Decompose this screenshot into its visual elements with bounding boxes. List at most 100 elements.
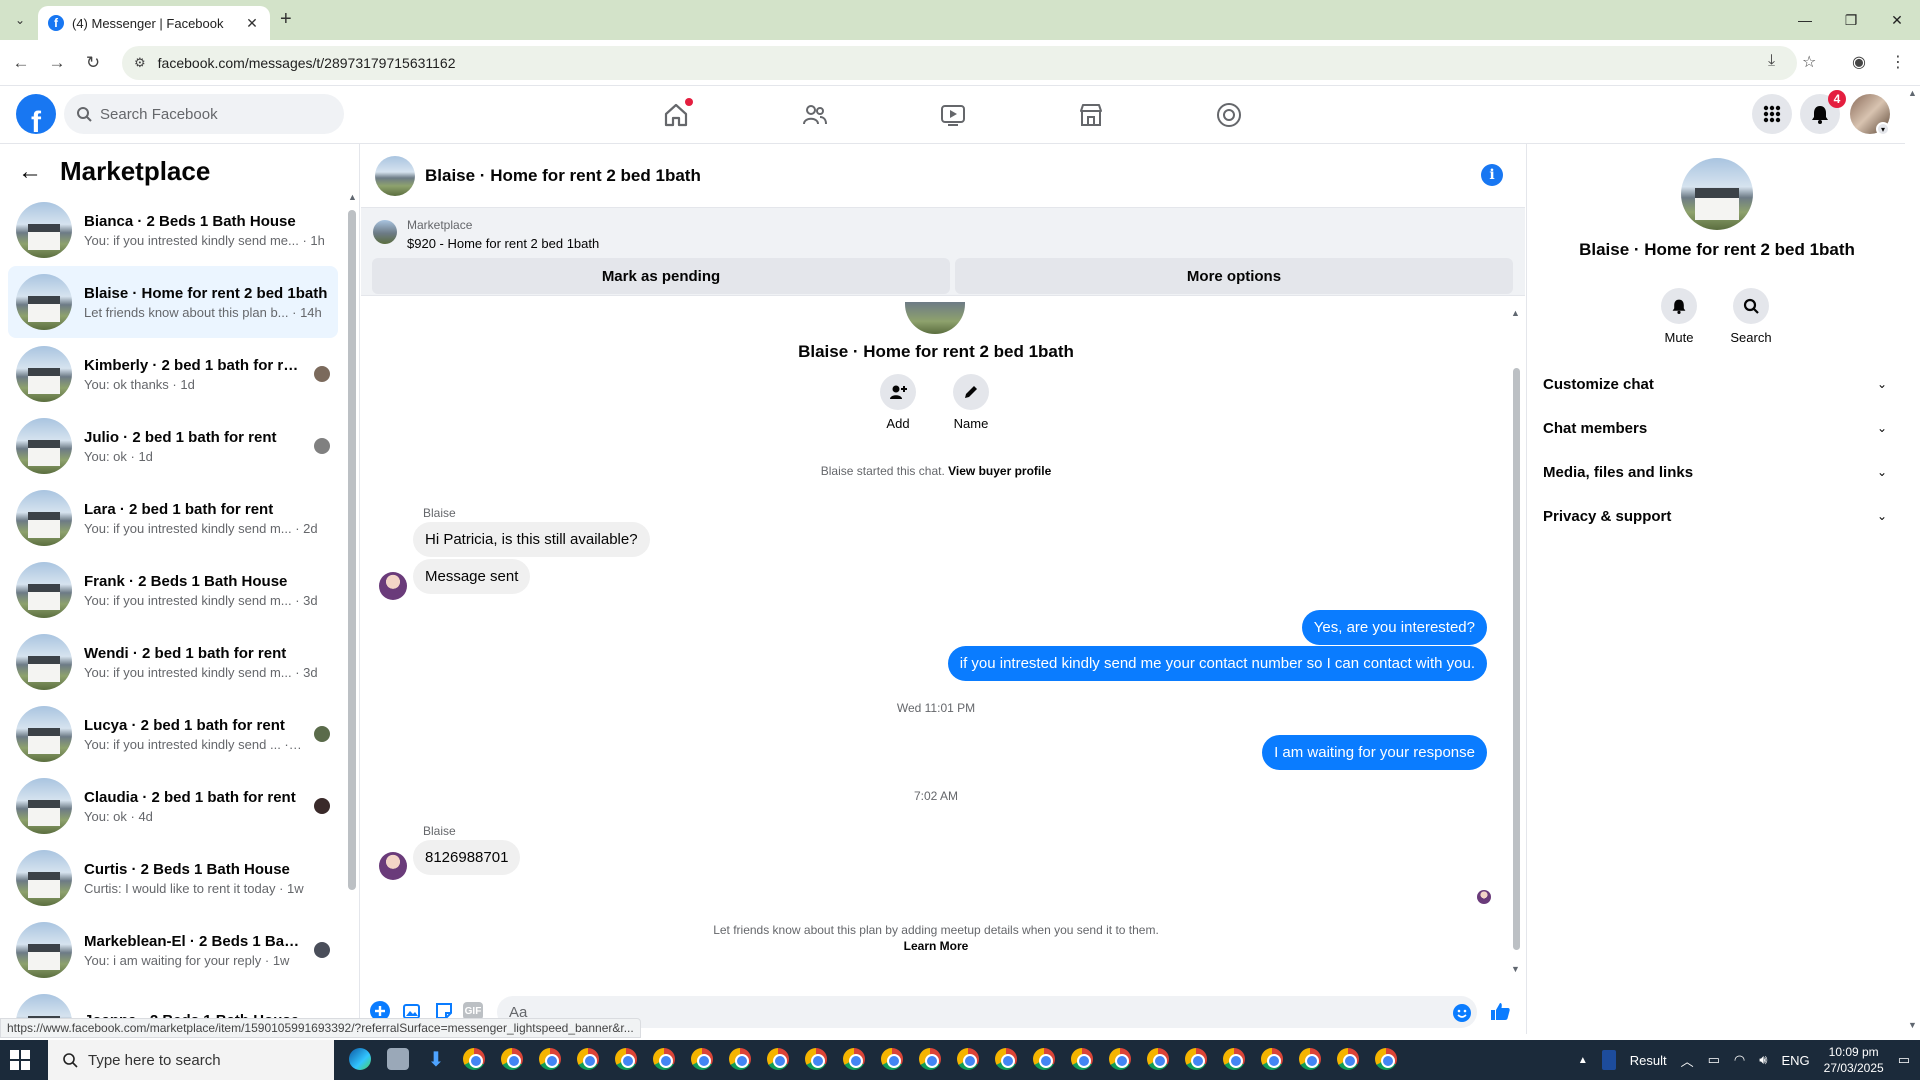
chrome-icon[interactable] <box>610 1044 642 1076</box>
chrome-icon[interactable] <box>1028 1044 1060 1076</box>
language-indicator[interactable]: ENG <box>1781 1053 1809 1068</box>
message-input[interactable] <box>497 996 1477 1028</box>
outgoing-message[interactable]: Yes, are you interested? <box>1301 610 1487 645</box>
conversation-item[interactable]: Markeblean-El · 2 Beds 1 Bath ... You: i … <box>8 914 338 986</box>
chrome-icon[interactable] <box>800 1044 832 1076</box>
tab-search-chevron-icon[interactable]: ⌄ <box>10 10 30 30</box>
chrome-icon[interactable] <box>762 1044 794 1076</box>
chrome-icon[interactable] <box>648 1044 680 1076</box>
home-icon[interactable] <box>661 98 693 130</box>
chat-header-avatar[interactable] <box>375 155 415 196</box>
listing-thumbnail[interactable] <box>373 220 397 244</box>
chat-scroll-thumb[interactable] <box>1513 368 1520 950</box>
browser-menu-icon[interactable]: ⋮ <box>1890 52 1906 72</box>
chrome-icon[interactable] <box>1180 1044 1212 1076</box>
chrome-icon[interactable] <box>1142 1044 1174 1076</box>
sender-avatar[interactable] <box>379 572 407 600</box>
search-in-chat-button[interactable]: Search <box>1721 288 1781 345</box>
new-tab-plus-icon[interactable]: + <box>280 8 292 31</box>
sidebar-scroll-thumb[interactable] <box>348 210 356 890</box>
window-close-icon[interactable]: ✕ <box>1874 0 1920 40</box>
bookmark-star-icon[interactable]: ☆ <box>1802 52 1816 72</box>
scroll-up-icon[interactable]: ▲ <box>348 192 357 202</box>
tray-chevron-up-icon[interactable]: ︿ <box>1681 1051 1694 1070</box>
scroll-up-icon[interactable]: ▲ <box>1511 308 1520 318</box>
edge-icon[interactable] <box>344 1044 376 1076</box>
facebook-search-input[interactable] <box>100 105 320 123</box>
chrome-icon[interactable] <box>1066 1044 1098 1076</box>
chrome-icon[interactable] <box>534 1044 566 1076</box>
chat-scrollbar[interactable]: ▲ ▼ <box>1511 308 1521 974</box>
back-arrow-icon[interactable]: ← <box>18 158 42 186</box>
conversation-item[interactable]: Julio · 2 bed 1 bath for rent You: ok · 1… <box>8 410 338 482</box>
chat-members-section[interactable]: Chat members ⌄ <box>1543 406 1893 450</box>
mute-button[interactable]: Mute <box>1649 288 1709 345</box>
chrome-icon[interactable] <box>1218 1044 1250 1076</box>
forward-arrow-icon[interactable]: → <box>46 52 68 74</box>
install-app-icon[interactable]: ⤓ <box>1768 52 1775 70</box>
wifi-icon[interactable]: ◠ <box>1734 1052 1745 1068</box>
add-people-button[interactable]: Add <box>868 374 928 431</box>
chrome-icon[interactable] <box>990 1044 1022 1076</box>
video-icon[interactable] <box>938 100 968 130</box>
media-files-section[interactable]: Media, files and links ⌄ <box>1543 450 1893 494</box>
volume-icon[interactable]: 🔊︎ <box>1759 1052 1767 1068</box>
chrome-icon[interactable] <box>1294 1044 1326 1076</box>
conversation-item[interactable]: Curtis · 2 Beds 1 Bath House Curtis: I wo… <box>8 842 338 914</box>
gaming-icon[interactable] <box>1214 100 1244 130</box>
account-chevron-down-icon[interactable]: ▾ <box>1876 122 1890 136</box>
chat-header-title[interactable]: Blaise · Home for rent 2 bed 1bath <box>425 166 701 186</box>
chrome-icon[interactable] <box>914 1044 946 1076</box>
download-icon[interactable]: ⬇ <box>420 1044 452 1076</box>
customize-chat-section[interactable]: Customize chat ⌄ <box>1543 362 1893 406</box>
sports-icon[interactable] <box>1601 1050 1616 1070</box>
sender-avatar[interactable] <box>379 852 407 880</box>
facebook-search-box[interactable] <box>64 94 344 134</box>
result-label[interactable]: Result <box>1630 1053 1667 1068</box>
scroll-up-icon[interactable]: ▲ <box>1908 88 1917 98</box>
conversation-item[interactable]: Bianca · 2 Beds 1 Bath House You: if you … <box>8 194 338 266</box>
chrome-icon[interactable] <box>1104 1044 1136 1076</box>
scroll-down-icon[interactable]: ▼ <box>1511 964 1520 974</box>
menu-grid-button[interactable] <box>1752 94 1792 134</box>
listing-title[interactable]: $920 - Home for rent 2 bed 1bath <box>407 236 599 251</box>
app-icon[interactable] <box>382 1044 414 1076</box>
chrome-icon[interactable] <box>724 1044 756 1076</box>
details-avatar[interactable] <box>1681 158 1753 230</box>
sidebar-scrollbar[interactable]: ▲ <box>348 192 357 1032</box>
notification-center-icon[interactable]: ▭ <box>1898 1052 1910 1068</box>
conversation-item[interactable]: Wendi · 2 bed 1 bath for rent You: if you… <box>8 626 338 698</box>
windows-start-icon[interactable] <box>10 1050 30 1070</box>
marketplace-icon[interactable] <box>1076 100 1106 130</box>
chrome-icon[interactable] <box>838 1044 870 1076</box>
notifications-button[interactable]: 4 <box>1800 90 1846 134</box>
chrome-icon[interactable] <box>1256 1044 1288 1076</box>
thumbs-up-icon[interactable] <box>1489 1000 1511 1022</box>
profile-icon[interactable]: ◉ <box>1852 52 1866 72</box>
page-scrollbar[interactable]: ▲ ▼ <box>1906 86 1920 1034</box>
taskbar-search-input[interactable] <box>88 1051 248 1069</box>
name-chat-button[interactable]: Name <box>941 374 1001 431</box>
outgoing-message[interactable]: I am waiting for your response <box>1262 735 1487 770</box>
view-buyer-profile-link[interactable]: View buyer profile <box>948 464 1051 478</box>
privacy-support-section[interactable]: Privacy & support ⌄ <box>1543 494 1893 538</box>
chrome-icon[interactable] <box>952 1044 984 1076</box>
restore-icon[interactable]: ❐ <box>1828 0 1874 40</box>
emoji-icon[interactable] <box>1451 1002 1473 1024</box>
chrome-icon[interactable] <box>686 1044 718 1076</box>
conversation-item[interactable]: Lucya · 2 bed 1 bath for rent You: if you… <box>8 698 338 770</box>
conversation-item[interactable]: Kimberly · 2 bed 1 bath for rent You: ok … <box>8 338 338 410</box>
site-settings-icon[interactable]: ⚙ <box>134 55 146 71</box>
conversation-item[interactable]: Claudia · 2 bed 1 bath for rent You: ok ·… <box>8 770 338 842</box>
facebook-logo-icon[interactable]: f <box>16 94 56 134</box>
more-options-button[interactable]: More options <box>955 258 1513 294</box>
chrome-icon[interactable] <box>496 1044 528 1076</box>
back-arrow-icon[interactable]: ← <box>10 52 32 74</box>
chrome-icon[interactable] <box>458 1044 490 1076</box>
url-field[interactable]: ⚙ facebook.com/messages/t/28973179715631… <box>122 46 1797 80</box>
network-icon[interactable]: ▭ <box>1708 1052 1720 1068</box>
conversation-item[interactable]: Frank · 2 Beds 1 Bath House You: if you i… <box>8 554 338 626</box>
chrome-icon[interactable] <box>1332 1044 1364 1076</box>
info-icon[interactable]: i <box>1481 164 1503 186</box>
taskbar-up-chevron-icon[interactable]: ▲ <box>1578 1055 1588 1066</box>
